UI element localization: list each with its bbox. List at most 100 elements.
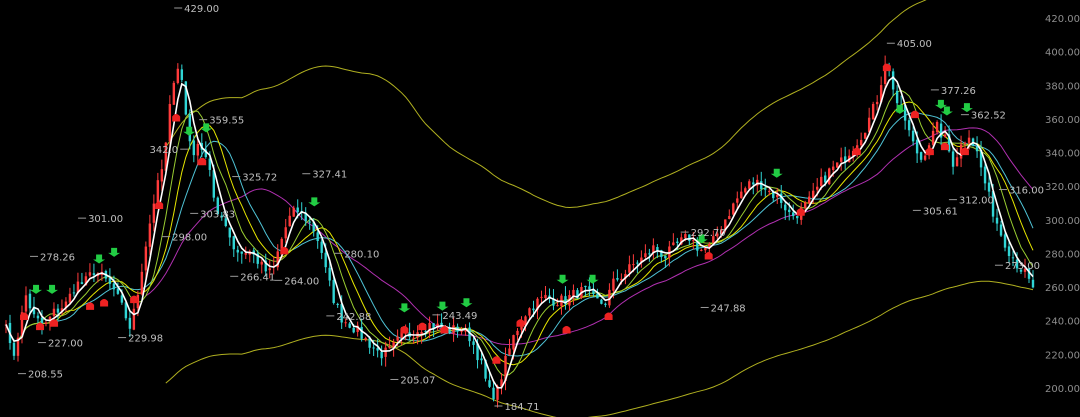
price-annotation-label: 377.26 — [941, 86, 976, 97]
candle-body — [396, 336, 399, 341]
candle-body — [244, 253, 247, 255]
candle-body — [891, 71, 895, 90]
candle-body — [764, 188, 767, 190]
price-annotation-label: 298.00 — [172, 233, 207, 244]
candle-body — [172, 82, 176, 105]
sell-marker-icon — [418, 322, 427, 331]
candle-body — [808, 196, 811, 204]
candle-body — [648, 253, 651, 255]
candle-body — [480, 358, 483, 361]
sell-marker-icon — [940, 142, 949, 151]
candle-body — [616, 278, 619, 280]
price-annotation-label: 208.55 — [28, 370, 63, 381]
candle-body — [983, 166, 987, 184]
candle-body — [120, 295, 124, 303]
candle-body — [88, 272, 92, 276]
candle-body — [656, 247, 659, 251]
candle-body — [871, 103, 875, 120]
candle-body — [160, 169, 164, 182]
candle-body — [28, 293, 32, 309]
candle-body — [768, 190, 771, 192]
candle-body — [192, 140, 196, 156]
sell-marker-icon — [796, 208, 805, 216]
y-tick-label: 320.00 — [1045, 182, 1080, 193]
candle-body — [824, 175, 827, 183]
signal-arrows — [20, 63, 973, 364]
candle-body — [664, 255, 667, 259]
candle-body — [744, 188, 747, 193]
buy-arrow-icon — [940, 106, 953, 116]
sell-marker-icon — [198, 157, 207, 166]
price-annotation-label: 229.98 — [128, 334, 163, 345]
candle-body — [827, 168, 831, 185]
candle-body — [492, 387, 495, 400]
candle-body — [788, 209, 791, 213]
candle-body — [600, 299, 603, 304]
y-tick-label: 400.00 — [1045, 48, 1080, 59]
candle-body — [268, 268, 271, 271]
price-annotation-label: 325.72 — [242, 173, 277, 184]
y-tick-label: 260.00 — [1045, 283, 1080, 294]
candle-body — [232, 236, 235, 250]
y-tick-label: 280.00 — [1045, 249, 1080, 260]
price-annotation-label: 429.00 — [184, 4, 219, 15]
candle-body — [955, 157, 959, 167]
candle-body — [328, 267, 331, 281]
price-annotation-label: 227.00 — [48, 339, 83, 350]
y-tick-label: 360.00 — [1045, 115, 1080, 126]
candle-body — [140, 271, 144, 295]
candle-body — [384, 347, 387, 357]
y-tick-label: 200.00 — [1045, 384, 1080, 395]
candle-body — [676, 241, 679, 244]
price-annotation-label: 316.00 — [1009, 186, 1044, 197]
price-annotation-label: 327.41 — [312, 170, 347, 181]
lower-band-line — [165, 280, 1034, 417]
candle-body — [700, 249, 703, 251]
candle-body — [1011, 257, 1015, 259]
candle-body — [236, 249, 239, 253]
y-tick-label: 240.00 — [1045, 317, 1080, 328]
candle-body — [632, 264, 635, 266]
candle-body — [308, 221, 311, 223]
sell-marker-icon — [562, 325, 571, 334]
candle-body — [260, 261, 263, 265]
candle-body — [740, 191, 743, 199]
candle-body — [804, 202, 807, 209]
y-tick-label: 300.00 — [1045, 216, 1080, 227]
candle-body — [588, 286, 591, 290]
candle-body — [875, 101, 879, 105]
candle-body — [540, 296, 543, 298]
candle-body — [951, 151, 955, 167]
candle-body — [240, 251, 243, 254]
candle-body — [748, 181, 751, 189]
candle-body — [508, 348, 511, 355]
candle-body — [228, 227, 231, 238]
y-tick-label: 340.00 — [1045, 149, 1080, 160]
candle-body — [839, 157, 843, 162]
buy-arrow-icon — [556, 274, 569, 284]
buy-arrow-icon — [460, 298, 473, 308]
candle-body — [895, 90, 899, 104]
candle-body — [911, 130, 915, 142]
candle-body — [528, 308, 531, 316]
sell-marker-icon — [910, 110, 919, 119]
candle-body — [1003, 234, 1007, 248]
candle-body — [907, 120, 911, 131]
price-annotation-label: 303.83 — [200, 209, 235, 220]
buy-arrow-icon — [398, 303, 411, 313]
price-annotation-label: 359.55 — [209, 116, 244, 127]
candle-body — [736, 198, 739, 203]
buy-arrow-icon — [308, 197, 321, 207]
price-annotation-label: 342.0 — [150, 145, 179, 156]
candle-body — [128, 317, 132, 329]
buy-arrow-icon — [93, 254, 106, 264]
candle-body — [752, 182, 755, 185]
candle-body — [72, 292, 76, 294]
candle-body — [412, 337, 415, 339]
price-annotation-label: 273.00 — [1005, 261, 1040, 272]
chart-canvas: 429.00 359.55 342.0 325.72 327.41 303.83 301.0… — [4, 0, 1080, 417]
buy-arrow-icon — [586, 274, 599, 284]
candle-body — [644, 253, 647, 258]
candle-body — [672, 242, 675, 246]
buy-arrow-icon — [436, 301, 449, 311]
